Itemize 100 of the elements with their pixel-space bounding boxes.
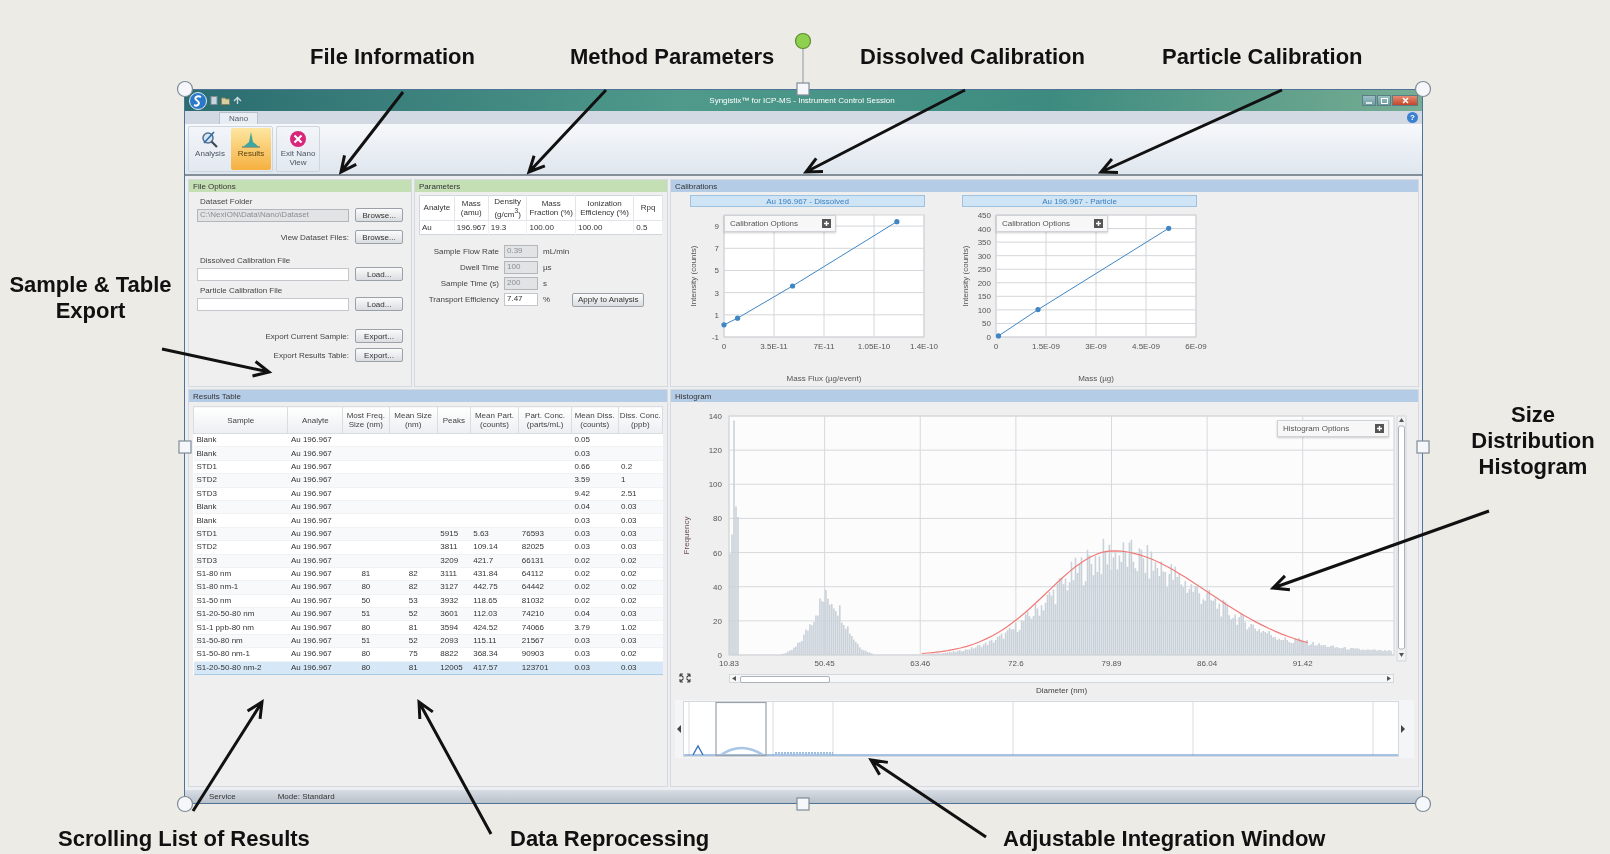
resize-handle[interactable] bbox=[178, 440, 192, 454]
table-cell[interactable]: 0.02 bbox=[618, 567, 663, 581]
document-icon[interactable] bbox=[210, 96, 218, 105]
table-cell[interactable]: 0.66 bbox=[571, 460, 618, 474]
table-cell[interactable]: 3111 bbox=[437, 567, 471, 581]
table-cell[interactable]: 82 bbox=[389, 567, 438, 581]
horizontal-scrollbar[interactable] bbox=[729, 673, 1394, 683]
number-field[interactable]: 7.47 bbox=[504, 293, 538, 307]
column-header[interactable]: Peaks bbox=[437, 406, 471, 434]
table-cell[interactable]: Au 196.967 bbox=[287, 433, 343, 447]
table-cell[interactable]: 0.02 bbox=[571, 594, 618, 608]
column-header[interactable]: Mean Diss. (counts) bbox=[571, 406, 618, 434]
column-header[interactable]: Analyte bbox=[287, 406, 343, 434]
table-cell[interactable]: 0.02 bbox=[618, 647, 663, 662]
options-panel[interactable]: Calibration Options bbox=[996, 215, 1108, 232]
resize-handle[interactable] bbox=[1416, 440, 1430, 454]
ribbon-button[interactable]: Analysis bbox=[190, 128, 230, 170]
file-button[interactable]: Export... bbox=[355, 329, 403, 343]
app-logo-icon[interactable] bbox=[189, 91, 207, 110]
table-cell[interactable]: 0.02 bbox=[618, 594, 663, 608]
resize-handle[interactable] bbox=[1414, 80, 1432, 98]
vertical-scrollbar[interactable] bbox=[1396, 415, 1407, 662]
path-field[interactable] bbox=[197, 267, 350, 281]
help-button[interactable]: ? bbox=[1407, 112, 1418, 123]
table-cell[interactable]: 0.03 bbox=[618, 540, 663, 554]
table-cell[interactable]: 80 bbox=[342, 647, 389, 662]
file-button[interactable]: Browse... bbox=[355, 230, 403, 244]
table-cell[interactable]: 53 bbox=[389, 594, 438, 608]
table-cell[interactable]: S1-80 nm bbox=[193, 567, 288, 581]
resize-handle[interactable] bbox=[796, 797, 810, 811]
plus-icon[interactable] bbox=[822, 219, 831, 228]
table-cell[interactable]: Au 196.967 bbox=[287, 620, 343, 635]
apply-button[interactable]: Apply to Analysis bbox=[572, 292, 645, 307]
table-cell[interactable]: 8822 bbox=[437, 647, 471, 662]
column-header[interactable]: Sample bbox=[193, 406, 288, 434]
table-cell[interactable]: 90903 bbox=[518, 647, 572, 662]
table-cell[interactable]: 81 bbox=[389, 620, 438, 635]
table-cell[interactable]: 74066 bbox=[518, 620, 572, 635]
table-cell[interactable]: Au 196.967 bbox=[287, 487, 343, 501]
table-cell[interactable]: STD2 bbox=[193, 540, 288, 554]
table-cell[interactable]: 0.03 bbox=[618, 513, 663, 528]
ribbon-tab[interactable]: Nano bbox=[219, 112, 259, 124]
file-button[interactable]: Export... bbox=[355, 348, 403, 362]
table-cell[interactable]: 0.2 bbox=[618, 460, 663, 474]
table-cell[interactable]: 3811 bbox=[437, 540, 471, 554]
table-cell[interactable]: 368.34 bbox=[470, 647, 519, 662]
plus-icon[interactable] bbox=[1094, 219, 1103, 228]
caret-icon[interactable] bbox=[1387, 675, 1391, 681]
table-cell[interactable]: 118.65 bbox=[470, 594, 519, 608]
column-header[interactable]: Diss. Conc. (ppb) bbox=[618, 406, 663, 434]
table-cell[interactable]: 2.51 bbox=[618, 487, 663, 501]
options-panel[interactable]: Calibration Options bbox=[724, 215, 836, 232]
table-cell[interactable]: Au 196.967 bbox=[287, 567, 343, 581]
table-cell[interactable]: 1.02 bbox=[618, 620, 663, 635]
close-button[interactable] bbox=[1392, 95, 1418, 106]
table-cell[interactable]: 64112 bbox=[518, 567, 572, 581]
plus-icon[interactable] bbox=[1375, 424, 1384, 433]
caret-icon[interactable] bbox=[732, 675, 736, 681]
table-cell[interactable]: 80 bbox=[342, 620, 389, 635]
column-header[interactable]: Part. Conc. (parts/mL) bbox=[518, 406, 572, 434]
table-cell[interactable]: 0.05 bbox=[571, 433, 618, 447]
arrow-icon[interactable] bbox=[233, 96, 242, 105]
table-cell[interactable]: Blank bbox=[193, 513, 288, 528]
column-header[interactable]: Mean Size (nm) bbox=[389, 406, 438, 434]
table-cell[interactable]: 9.42 bbox=[571, 487, 618, 501]
path-field[interactable] bbox=[197, 297, 350, 311]
table-cell[interactable]: 81032 bbox=[518, 594, 572, 608]
scrollbar-thumb[interactable] bbox=[740, 675, 830, 683]
table-cell[interactable]: Au 196.967 bbox=[287, 647, 343, 662]
resize-handle[interactable] bbox=[176, 795, 194, 813]
rotate-handle[interactable] bbox=[794, 32, 812, 50]
table-cell[interactable]: S1-50-80 nm-1 bbox=[193, 647, 288, 662]
expand-icon[interactable] bbox=[679, 673, 691, 683]
table-cell[interactable]: Blank bbox=[193, 433, 288, 447]
table-cell[interactable]: 109.14 bbox=[470, 540, 519, 554]
table-cell[interactable]: 82025 bbox=[518, 540, 572, 554]
maximize-button[interactable] bbox=[1377, 95, 1391, 106]
table-cell[interactable]: S1-50 nm bbox=[193, 594, 288, 608]
file-button[interactable]: Load... bbox=[355, 297, 403, 311]
minimize-button[interactable] bbox=[1362, 95, 1376, 106]
resize-handle[interactable] bbox=[1414, 795, 1432, 813]
table-cell[interactable]: 3594 bbox=[437, 620, 471, 635]
table-cell[interactable]: 0.03 bbox=[571, 647, 618, 662]
table-cell[interactable]: Au 196.967 bbox=[287, 513, 343, 528]
table-cell[interactable]: 0.03 bbox=[571, 513, 618, 528]
table-cell[interactable]: 50 bbox=[342, 594, 389, 608]
folder-icon[interactable] bbox=[221, 96, 230, 105]
table-cell[interactable]: S1-1 ppb-80 nm bbox=[193, 620, 288, 635]
table-cell[interactable]: Au 196.967 bbox=[287, 460, 343, 474]
table-cell[interactable]: Au 196.967 bbox=[287, 540, 343, 554]
column-header[interactable]: Most Freq. Size (nm) bbox=[342, 406, 389, 434]
resize-handle[interactable] bbox=[176, 80, 194, 98]
options-panel[interactable]: Histogram Options bbox=[1277, 420, 1389, 437]
table-cell[interactable]: 431.84 bbox=[470, 567, 519, 581]
file-button[interactable]: Load... bbox=[355, 267, 403, 281]
table-cell[interactable]: STD1 bbox=[193, 460, 288, 474]
table-cell[interactable]: 81 bbox=[342, 567, 389, 581]
ribbon-button[interactable]: Results bbox=[231, 128, 271, 170]
table-cell[interactable]: 0.02 bbox=[571, 567, 618, 581]
table-cell[interactable]: 0.03 bbox=[571, 540, 618, 554]
